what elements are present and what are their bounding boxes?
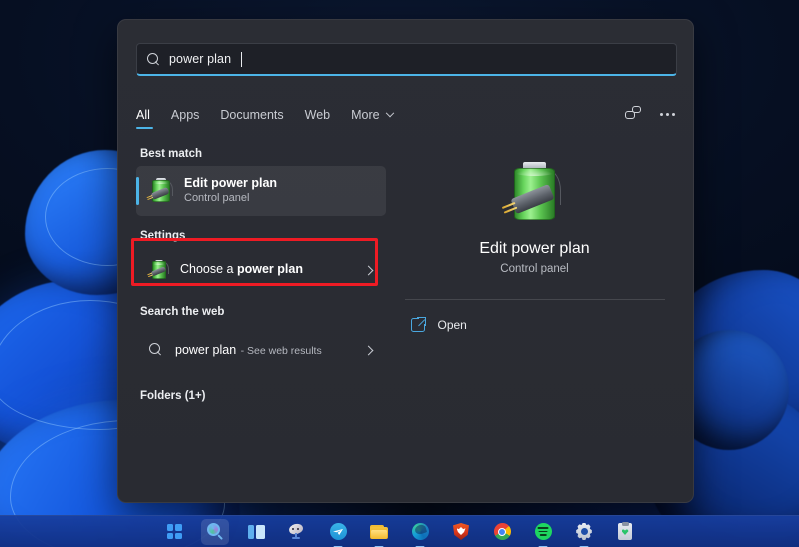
search-input[interactable]: power plan bbox=[136, 43, 677, 76]
settings-header: Settings bbox=[140, 230, 186, 242]
windows-start-icon bbox=[166, 524, 182, 539]
start-button[interactable] bbox=[160, 519, 188, 545]
search-input-value: power plan bbox=[169, 52, 232, 66]
result-text-block: power plan - See web results bbox=[175, 341, 354, 359]
tab-apps-label: Apps bbox=[170, 108, 200, 122]
file-explorer-button[interactable] bbox=[365, 519, 393, 547]
brave-button[interactable] bbox=[447, 519, 475, 545]
task-view-button[interactable] bbox=[242, 519, 270, 545]
tab-apps[interactable]: Apps bbox=[171, 108, 214, 129]
result-web-search[interactable]: power plan - See web results bbox=[136, 324, 386, 376]
best-match-header: Best match bbox=[140, 148, 202, 160]
result-web-query: power plan bbox=[175, 343, 237, 357]
tab-web-label: Web bbox=[304, 108, 331, 122]
chrome-button[interactable] bbox=[488, 519, 516, 545]
tab-web[interactable]: Web bbox=[305, 108, 344, 129]
ellipsis-dot-3 bbox=[672, 113, 675, 116]
external-link-icon bbox=[410, 316, 427, 332]
chevron-down-icon bbox=[385, 108, 395, 118]
search-icon bbox=[206, 523, 224, 540]
result-choose-a-power-plan[interactable]: Choose a power plan bbox=[136, 248, 386, 292]
folders-header: Folders (1+) bbox=[140, 390, 206, 402]
search-input-wrapper: power plan bbox=[136, 43, 677, 76]
brave-icon bbox=[453, 523, 469, 540]
battery-plug-icon bbox=[501, 162, 563, 224]
edge-button[interactable] bbox=[406, 519, 434, 547]
spotify-button[interactable] bbox=[529, 519, 557, 547]
result-text-block: Edit power plan Control panel bbox=[184, 176, 376, 206]
clipboard-health-button[interactable] bbox=[611, 519, 639, 545]
tab-documents-label: Documents bbox=[220, 108, 284, 122]
feedback-bubble-2 bbox=[632, 106, 641, 113]
search-icon bbox=[149, 342, 164, 358]
result-web-text: power plan - See web results bbox=[175, 341, 354, 359]
ellipsis-icon[interactable] bbox=[660, 113, 675, 116]
telegram-button[interactable] bbox=[324, 519, 352, 547]
taskbar bbox=[0, 515, 799, 547]
battery-plug-icon bbox=[147, 259, 169, 281]
telegram-icon bbox=[329, 523, 347, 540]
preview-title: Edit power plan bbox=[479, 240, 590, 257]
preview-icon-wrapper bbox=[501, 162, 563, 224]
task-view-icon bbox=[247, 524, 265, 539]
folder-icon bbox=[370, 524, 388, 539]
owl-icon bbox=[287, 522, 306, 539]
result-edit-power-plan[interactable]: Edit power plan Control panel bbox=[136, 166, 386, 216]
owl-app-button[interactable] bbox=[283, 519, 311, 545]
search-the-web-header: Search the web bbox=[140, 306, 225, 318]
tab-documents[interactable]: Documents bbox=[220, 108, 297, 129]
text-caret bbox=[241, 51, 243, 67]
search-flyout-panel: power plan All Apps Documents Web More B… bbox=[117, 19, 694, 503]
search-icon bbox=[147, 52, 160, 66]
feedback-icon[interactable] bbox=[625, 106, 642, 123]
tab-more-label: More bbox=[351, 108, 380, 122]
result-title-prefix: Choose a bbox=[180, 262, 237, 277]
edge-icon bbox=[411, 523, 429, 540]
ellipsis-dot-2 bbox=[666, 113, 669, 116]
result-text-block: Choose a power plan bbox=[180, 262, 354, 278]
search-toolbar bbox=[625, 106, 675, 123]
preview-divider bbox=[404, 299, 665, 300]
spotify-icon bbox=[534, 523, 552, 540]
gear-icon bbox=[576, 523, 593, 540]
tab-all-label: All bbox=[136, 108, 150, 122]
result-preview-panel: Edit power plan Control panel Open bbox=[386, 148, 683, 492]
settings-button[interactable] bbox=[570, 519, 598, 547]
battery-plug-icon bbox=[146, 178, 173, 204]
result-subtitle: Control panel bbox=[184, 192, 250, 205]
result-title-emphasis: power plan bbox=[236, 262, 303, 277]
search-button[interactable] bbox=[201, 518, 229, 545]
search-results-list: Best match Edit power plan Control panel… bbox=[136, 148, 386, 492]
chevron-right-icon bbox=[363, 265, 374, 275]
result-title: Edit power plan bbox=[184, 175, 278, 190]
result-web-suffix: - See web results bbox=[240, 345, 322, 357]
chevron-right-icon bbox=[363, 345, 374, 355]
preview-subtitle: Control panel bbox=[500, 263, 569, 275]
result-title: Choose a power plan bbox=[180, 262, 354, 278]
tab-all[interactable]: All bbox=[136, 108, 164, 129]
open-action[interactable]: Open bbox=[405, 316, 665, 332]
open-action-label: Open bbox=[437, 318, 467, 332]
ellipsis-dot-1 bbox=[660, 113, 663, 116]
clipboard-heart-icon bbox=[618, 521, 632, 540]
search-filter-tabs: All Apps Documents Web More bbox=[136, 108, 414, 129]
chrome-icon bbox=[493, 523, 511, 540]
tab-more[interactable]: More bbox=[351, 108, 407, 129]
